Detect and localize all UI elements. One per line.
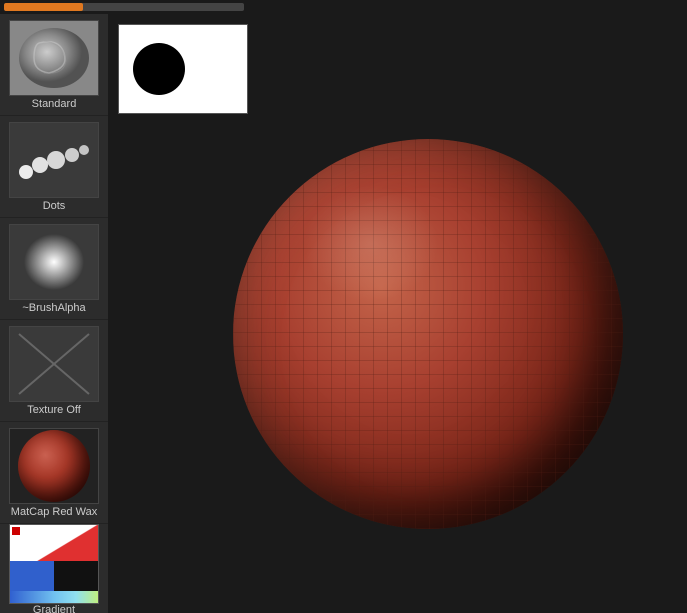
brushalpha-svg bbox=[14, 227, 94, 297]
progress-bar-container bbox=[4, 3, 244, 11]
brushalpha-label: ~BrushAlpha bbox=[22, 302, 85, 314]
gradient-bar bbox=[10, 591, 98, 603]
gradient-picker-inner bbox=[10, 525, 98, 603]
main-layout: Standard Dots bbox=[0, 14, 687, 613]
thumbnail-brushalpha bbox=[9, 224, 99, 300]
sidebar: Standard Dots bbox=[0, 14, 108, 613]
standard-label: Standard bbox=[32, 98, 77, 110]
sphere-container bbox=[168, 54, 687, 613]
dots-label: Dots bbox=[43, 200, 66, 212]
thumbnail-matcap bbox=[9, 428, 99, 504]
progress-bar-fill bbox=[4, 3, 83, 11]
3d-sphere bbox=[233, 139, 623, 529]
thumbnail-standard bbox=[9, 20, 99, 96]
standard-brush-svg bbox=[14, 23, 94, 93]
matcap-sphere-preview bbox=[18, 430, 90, 502]
sidebar-item-gradient[interactable]: Gradient bbox=[0, 524, 108, 613]
thumbnail-texture-off bbox=[9, 326, 99, 402]
gradient-blue bbox=[10, 561, 54, 591]
texture-off-label: Texture Off bbox=[27, 404, 81, 416]
sidebar-item-matcap[interactable]: MatCap Red Wax bbox=[0, 422, 108, 524]
gradient-label: Gradient bbox=[33, 604, 75, 613]
matcap-label: MatCap Red Wax bbox=[11, 506, 97, 518]
texture-off-svg bbox=[14, 329, 94, 399]
sidebar-item-texture-off[interactable]: Texture Off bbox=[0, 320, 108, 422]
thumbnail-dots bbox=[9, 122, 99, 198]
color-indicator-red[interactable] bbox=[10, 525, 22, 537]
sidebar-item-brushalpha[interactable]: ~BrushAlpha bbox=[0, 218, 108, 320]
content-area bbox=[108, 14, 687, 613]
sidebar-item-standard[interactable]: Standard bbox=[0, 14, 108, 116]
dots-svg bbox=[14, 130, 94, 190]
sidebar-item-dots[interactable]: Dots bbox=[0, 116, 108, 218]
gradient-black bbox=[54, 561, 98, 591]
top-bar bbox=[0, 0, 687, 14]
gradient-picker[interactable] bbox=[9, 524, 99, 604]
